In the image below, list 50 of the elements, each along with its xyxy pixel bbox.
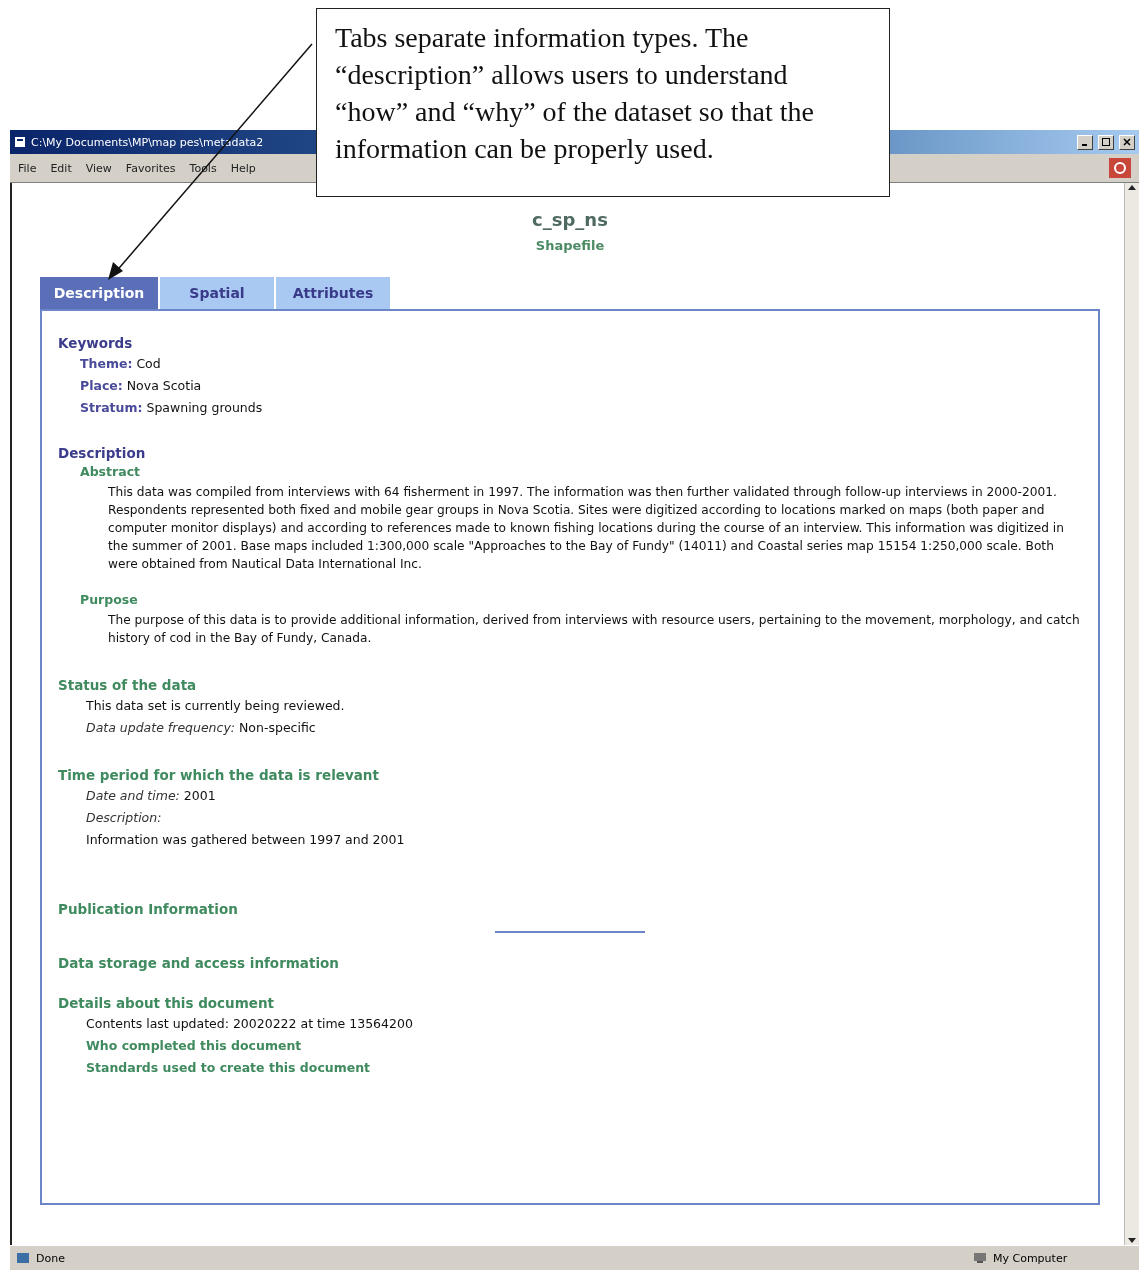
menu-item[interactable]: Edit [50, 161, 72, 175]
window-title: C:\My Documents\MP\map pes\metadata2 [31, 135, 264, 149]
zone-text: My Computer [993, 1251, 1069, 1265]
minimize-button[interactable] [1077, 134, 1093, 150]
maximize-icon [1102, 138, 1110, 146]
browser-logo-icon [1109, 158, 1131, 178]
field-value: 2001 [183, 788, 216, 803]
field-label: Description: [86, 810, 162, 825]
menu-item[interactable]: View [85, 161, 112, 175]
tab[interactable]: Description [40, 277, 158, 309]
keyword-value: Nova Scotia [126, 378, 202, 393]
section-heading: Publication Information [58, 901, 239, 917]
section-heading: Keywords [58, 335, 134, 351]
menu-item[interactable]: Help [230, 161, 256, 175]
paragraph: The purpose of this data is to provide additional information, derived from interviews with resource users, pertaining to the movement, morphology, and catch history of cod in the Bay of Fundy, Canada. [108, 612, 1081, 647]
keyword-label: Stratum: [80, 400, 143, 415]
section-heading: Description [58, 445, 147, 461]
document-link[interactable]: Standards used to create this document [86, 1060, 371, 1075]
menu-item[interactable]: File [18, 161, 37, 175]
tab[interactable]: Attributes [276, 277, 390, 309]
close-icon [1123, 138, 1131, 146]
status-text: Done [36, 1251, 66, 1265]
keyword-label: Place: [80, 378, 123, 393]
page-title: c_sp_ns [531, 209, 609, 230]
close-button[interactable] [1119, 134, 1135, 150]
page-icon [16, 1252, 30, 1264]
section-heading: Details about this document [58, 995, 275, 1011]
field-value: Non-specific [239, 720, 316, 735]
annotation-callout: Tabs separate information types. The “description” allows users to understand “how” and “why” of the dataset so that the information can be properly used. [316, 8, 890, 197]
field-label: Data update frequency: [86, 720, 236, 735]
field-label: Date and time: [86, 788, 180, 803]
section-heading: Time period for which the data is relevant [58, 767, 380, 783]
keyword-value: Cod [136, 356, 161, 371]
subsection-heading: Purpose [80, 592, 138, 607]
document-link[interactable]: Who completed this document [86, 1038, 302, 1053]
info-text: This data set is currently being reviewed. [86, 698, 345, 713]
subsection-heading: Abstract [80, 464, 141, 479]
page-subtitle: Shapefile [534, 238, 606, 253]
menu-item[interactable]: Favorites [125, 161, 176, 175]
info-text: Contents last updated: 20020222 at time 13564200 [86, 1016, 413, 1031]
keyword-label: Theme: [80, 356, 133, 371]
section-heading: Status of the data [58, 677, 198, 693]
computer-icon [973, 1252, 987, 1264]
tab[interactable]: Spatial [160, 277, 274, 309]
maximize-button[interactable] [1098, 134, 1114, 150]
section-heading: Data storage and access information [58, 955, 340, 971]
paragraph: This data was compiled from interviews with 64 fisherment in 1997. The information was then further validated through follow-up interviews in 2000-2001. Respondents represented both fixed and mobile gear groups in Nova Scotia. Sites were digitized according to locations marked on maps (both paper and computer monitor displays) and according to references made to known fishing locations during the course of an interview. This information was digitized in the summer of 2001. Base maps included 1:300,000 scale "Approaches to the Bay of Fundy" (14011) and Coastal series map 15154 1:250,000 scale. Both were obtained from Nautical Data International Inc. [108, 484, 1065, 573]
keyword-value: Spawning grounds [146, 400, 263, 415]
info-text: Information was gathered between 1997 and 2001 [86, 832, 405, 847]
page-icon [14, 136, 26, 148]
